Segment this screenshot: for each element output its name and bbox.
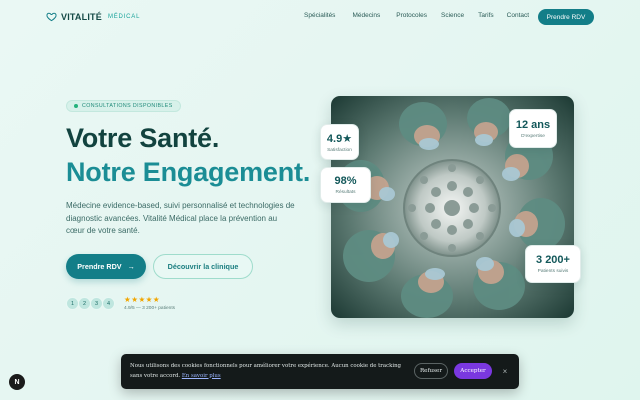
hero-book-button[interactable]: Prendre RDV →	[66, 254, 146, 279]
patient-avatars: 1 2 3 4	[66, 297, 115, 310]
stat-label: Résultats	[335, 190, 356, 195]
stat-value: 98%	[334, 175, 357, 187]
stat-value: 12 ans	[515, 118, 551, 131]
stat-value: 3 200+	[536, 254, 570, 266]
stat-label: Patients suivis	[537, 269, 569, 274]
status-dot-icon	[74, 104, 78, 108]
arrow-right-icon: →	[127, 262, 135, 271]
availability-badge-label: CONSULTATIONS DISPONIBLES	[82, 103, 173, 109]
stat-card-results: 98% Résultats	[320, 167, 371, 203]
hero-title-line2: Notre Engagement.	[66, 157, 311, 187]
stat-label: Satisfaction	[327, 147, 352, 153]
cookie-message-text: Nous utilisons des cookies fonctionnels …	[130, 363, 402, 379]
nav-link-medecins[interactable]: Médecins	[352, 12, 380, 19]
cookie-banner: Nous utilisons des cookies fonctionnels …	[121, 354, 519, 389]
dev-tools-badge[interactable]: N	[9, 374, 25, 390]
discover-clinic-button[interactable]: Découvrir la clinique	[153, 254, 253, 279]
rating-stars-icon: ★★★★★	[124, 295, 161, 304]
stat-label: D'expertise	[521, 133, 545, 139]
avatar: 4	[102, 297, 115, 310]
brand-logo[interactable]: VITALITÉ MÉDICAL	[46, 11, 140, 22]
close-icon[interactable]: ×	[499, 363, 511, 379]
brand-subtitle: MÉDICAL	[107, 13, 141, 20]
nav-link-tarifs[interactable]: Tarifs	[478, 12, 494, 19]
nav-link-specialites[interactable]: Spécialités	[304, 12, 335, 19]
stat-card-expertise: 12 ans D'expertise	[509, 109, 557, 148]
brand-name: VITALITÉ	[61, 11, 102, 22]
nav-links: Spécialités Médecins Protocoles Science …	[304, 12, 529, 19]
cookie-accept-button[interactable]: Accepter	[454, 363, 492, 379]
nav-link-science[interactable]: Science	[441, 12, 464, 19]
cookie-learn-more-link[interactable]: En savoir plus	[182, 373, 221, 379]
stat-card-satisfaction: 4.9★ Satisfaction	[320, 124, 359, 160]
hero-book-button-label: Prendre RDV	[77, 262, 122, 271]
top-nav: VITALITÉ MÉDICAL Spécialités Médecins Pr…	[0, 0, 640, 34]
availability-badge: CONSULTATIONS DISPONIBLES	[66, 100, 181, 112]
nav-link-contact[interactable]: Contact	[507, 12, 529, 19]
rating-text: 4.9/5 — 3 200+ patients	[124, 306, 176, 311]
stat-card-patients: 3 200+ Patients suivis	[525, 245, 581, 283]
heart-icon	[46, 12, 57, 22]
cookie-message: Nous utilisons des cookies fonctionnels …	[130, 362, 410, 381]
stat-value: 4.9★	[326, 132, 353, 145]
hero-title-line1: Votre Santé.	[66, 123, 220, 153]
hero-description: Médecine evidence-based, suivi personnal…	[66, 201, 295, 235]
nav-book-button[interactable]: Prendre RDV	[538, 9, 594, 25]
cookie-refuse-button[interactable]: Refuser	[414, 363, 448, 379]
nav-link-protocoles[interactable]: Protocoles	[396, 12, 427, 19]
